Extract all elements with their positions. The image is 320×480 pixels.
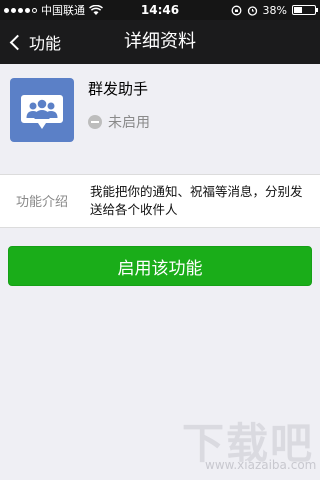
- battery-fill: [294, 7, 302, 13]
- status-bar: 中国联通 14:46 38%: [0, 0, 320, 20]
- enable-feature-button[interactable]: 启用该功能: [8, 246, 312, 286]
- status-time: 14:46: [140, 3, 180, 17]
- screen: 中国联通 14:46 38% 功能 详细资料 群发助手 未启用 功能介绍 我能把…: [0, 0, 320, 480]
- feature-status: 未启用: [88, 112, 150, 132]
- intro-label: 功能介绍: [16, 195, 69, 210]
- page-title: 详细资料: [124, 31, 196, 52]
- feature-status-text: 未启用: [108, 115, 150, 131]
- intro-text: 我能把你的通知、祝福等消息，分别发送给各个收件人: [90, 184, 303, 217]
- group-chat-icon: [10, 78, 74, 142]
- battery-icon: [292, 5, 318, 15]
- feature-intro-row: 功能介绍 我能把你的通知、祝福等消息，分别发送给各个收件人: [0, 174, 320, 228]
- disabled-status-icon: [88, 115, 102, 129]
- feature-card: 群发助手 未启用: [0, 64, 320, 160]
- nav-bar: 功能 详细资料: [0, 20, 320, 64]
- watermark-url: www.xiazaiba.com: [205, 458, 317, 472]
- feature-name: 群发助手: [88, 80, 149, 98]
